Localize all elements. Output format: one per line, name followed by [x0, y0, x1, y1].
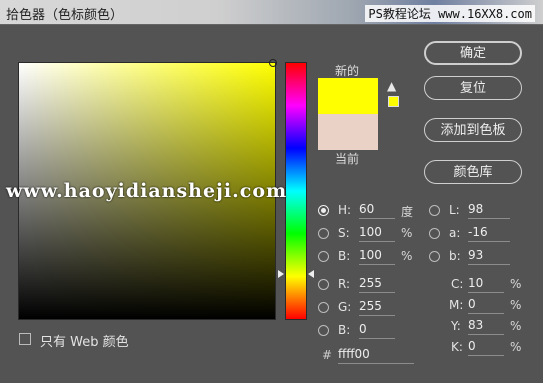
watermark-top: PS教程论坛 www.16XX8.com — [365, 5, 535, 22]
reset-button[interactable]: 复位 — [424, 76, 522, 100]
web-colors-only-checkbox[interactable] — [19, 333, 31, 345]
current-color-swatch[interactable] — [318, 114, 378, 150]
label-g: G: — [338, 300, 352, 314]
field-m[interactable]: 0 — [468, 296, 504, 314]
unit-m: % — [510, 298, 522, 312]
title-bar[interactable]: 拾色器（色标颜色） PS教程论坛 www.16XX8.com — [0, 0, 543, 25]
hex-field[interactable]: ffff00 — [338, 346, 414, 364]
new-color-swatch — [318, 78, 378, 114]
ok-button[interactable]: 确定 — [424, 41, 522, 65]
radio-h[interactable] — [318, 205, 329, 216]
color-libraries-button[interactable]: 颜色库 — [424, 160, 522, 184]
field-l[interactable]: 98 — [468, 201, 510, 219]
field-g[interactable]: 255 — [359, 298, 395, 316]
field-c[interactable]: 10 — [468, 275, 504, 293]
add-to-swatches-button[interactable]: 添加到色板 — [424, 118, 522, 142]
label-k: K: — [451, 340, 463, 354]
field-r[interactable]: 255 — [359, 275, 395, 293]
field-lab-b[interactable]: 93 — [468, 247, 510, 265]
unit-c: % — [510, 277, 522, 291]
unit-b: % — [401, 249, 413, 263]
unit-h: 度 — [401, 205, 414, 219]
radio-lab-b[interactable] — [429, 251, 440, 262]
web-colors-only-label: 只有 Web 颜色 — [40, 335, 129, 350]
field-blue[interactable]: 0 — [359, 321, 395, 339]
radio-a[interactable] — [429, 228, 440, 239]
new-color-label: 新的 — [335, 64, 360, 78]
unit-s: % — [401, 226, 413, 240]
label-s: S: — [338, 226, 350, 240]
color-field-cursor[interactable] — [269, 59, 277, 67]
radio-r[interactable] — [318, 279, 329, 290]
hex-hash-label: # — [322, 348, 333, 362]
window-title: 拾色器（色标颜色） — [6, 8, 124, 23]
label-blue: B: — [338, 323, 351, 337]
label-b: B: — [338, 249, 351, 263]
unit-k: % — [510, 340, 522, 354]
label-y: Y: — [451, 319, 461, 333]
warning-triangle-icon[interactable]: ▲ — [387, 80, 396, 92]
label-lab-b: b: — [449, 249, 461, 263]
field-s[interactable]: 100 — [359, 224, 395, 242]
label-h: H: — [338, 203, 352, 217]
field-y[interactable]: 83 — [468, 317, 504, 335]
label-a: a: — [449, 226, 461, 240]
label-l: L: — [449, 203, 460, 217]
field-a[interactable]: -16 — [468, 224, 510, 242]
field-h[interactable]: 60 — [359, 201, 395, 219]
field-b[interactable]: 100 — [359, 247, 395, 265]
hue-slider-handle-left[interactable] — [278, 270, 284, 278]
radio-g[interactable] — [318, 302, 329, 313]
radio-s[interactable] — [318, 228, 329, 239]
radio-b[interactable] — [318, 251, 329, 262]
watermark-middle: www.haoyidiansheji.com — [6, 180, 288, 202]
label-c: C: — [451, 277, 464, 291]
unit-y: % — [510, 319, 522, 333]
field-k[interactable]: 0 — [468, 338, 504, 356]
label-r: R: — [338, 277, 351, 291]
radio-blue[interactable] — [318, 325, 329, 336]
gamut-correction-swatch[interactable] — [388, 96, 399, 107]
label-m: M: — [449, 298, 464, 312]
radio-l[interactable] — [429, 205, 440, 216]
hue-slider-handle-right[interactable] — [308, 270, 314, 278]
hue-slider[interactable] — [285, 62, 307, 320]
current-color-label: 当前 — [335, 152, 360, 166]
